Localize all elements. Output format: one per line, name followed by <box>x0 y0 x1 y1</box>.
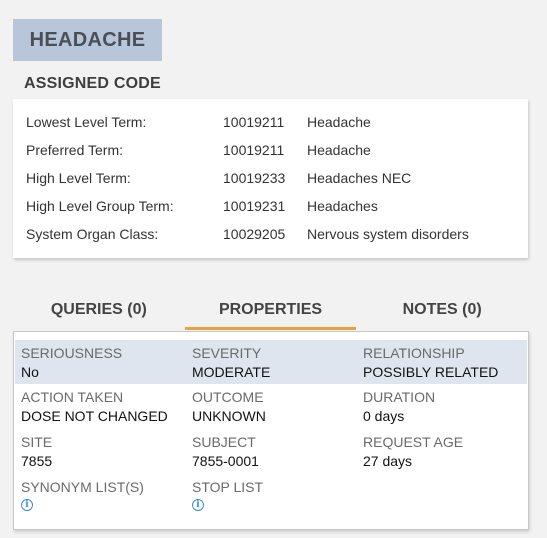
prop-value: 0 days <box>363 408 405 424</box>
code-row-hlgt: High Level Group Term: 10019231 Headache… <box>13 198 528 226</box>
code-row-code: 10019233 <box>223 170 286 186</box>
prop-stop-list: STOP LIST i <box>192 474 363 519</box>
code-row-llt: Lowest Level Term: 10019211 Headache <box>13 114 528 142</box>
prop-label: RELATIONSHIP <box>363 345 465 361</box>
prop-label: SYNONYM LIST(S) <box>21 479 144 495</box>
properties-row: ACTION TAKEN DOSE NOT CHANGED OUTCOME UN… <box>14 384 528 429</box>
prop-duration: DURATION 0 days <box>363 384 528 429</box>
prop-value: 27 days <box>363 453 413 469</box>
prop-severity: SEVERITY MODERATE <box>192 340 363 384</box>
prop-subject: SUBJECT 7855-0001 <box>192 429 363 474</box>
code-row-pt: Preferred Term: 10019211 Headache <box>13 142 528 170</box>
prop-label: SITE <box>21 434 53 450</box>
prop-label: SEVERITY <box>192 345 262 361</box>
properties-row: SYNONYM LIST(S) i STOP LIST i <box>14 474 528 519</box>
assigned-code-title: ASSIGNED CODE <box>24 75 161 92</box>
properties-panel: SERIOUSNESS No SEVERITY MODERATE RELATIO… <box>13 331 529 530</box>
code-row-label: High Level Group Term: <box>26 198 174 214</box>
code-row-label: Preferred Term: <box>26 142 123 158</box>
prop-value: 7855-0001 <box>192 453 259 469</box>
detail-tabs: QUERIES (0) PROPERTIES NOTES (0) <box>13 292 528 330</box>
prop-empty <box>363 474 528 519</box>
code-row-label: High Level Term: <box>26 170 131 186</box>
tab-queries[interactable]: QUERIES (0) <box>13 292 185 330</box>
prop-value: No <box>21 364 39 380</box>
prop-value: DOSE NOT CHANGED <box>21 408 168 424</box>
prop-request-age: REQUEST AGE 27 days <box>363 429 528 474</box>
code-row-name: Headache <box>307 142 371 158</box>
term-badge: HEADACHE <box>13 19 162 61</box>
prop-label: REQUEST AGE <box>363 434 464 450</box>
prop-outcome: OUTCOME UNKNOWN <box>192 384 363 429</box>
prop-value: UNKNOWN <box>192 408 266 424</box>
prop-action-taken: ACTION TAKEN DOSE NOT CHANGED <box>21 384 192 429</box>
code-row-name: Headaches NEC <box>307 170 412 186</box>
tab-properties[interactable]: PROPERTIES <box>184 292 357 330</box>
prop-label: SERIOUSNESS <box>21 345 123 361</box>
code-row-soc: System Organ Class: 10029205 Nervous sys… <box>13 226 528 254</box>
prop-site: SITE 7855 <box>21 429 192 474</box>
code-row-name: Nervous system disorders <box>307 226 469 242</box>
code-row-code: 10019211 <box>223 142 285 158</box>
prop-label: ACTION TAKEN <box>21 389 124 405</box>
prop-value: 7855 <box>21 453 53 469</box>
prop-seriousness: SERIOUSNESS No <box>21 340 192 384</box>
tab-notes[interactable]: NOTES (0) <box>356 292 528 330</box>
code-row-hlt: High Level Term: 10019233 Headaches NEC <box>13 170 528 198</box>
info-icon[interactable]: i <box>21 499 33 511</box>
properties-row: SITE 7855 SUBJECT 7855-0001 REQUEST AGE … <box>14 429 528 474</box>
assigned-code-card: Lowest Level Term: 10019211 Headache Pre… <box>13 99 528 258</box>
code-row-name: Headache <box>307 114 371 130</box>
prop-synonym-list: SYNONYM LIST(S) i <box>21 474 192 519</box>
prop-label: OUTCOME <box>192 389 264 405</box>
prop-value: POSSIBLY RELATED <box>363 364 499 380</box>
prop-label: SUBJECT <box>192 434 256 450</box>
code-row-name: Headaches <box>307 198 378 214</box>
prop-label: DURATION <box>363 389 436 405</box>
code-row-code: 10019231 <box>223 198 286 214</box>
code-row-code: 10019211 <box>223 114 285 130</box>
code-row-label: System Organ Class: <box>26 226 159 242</box>
prop-value: MODERATE <box>192 364 271 380</box>
prop-label: STOP LIST <box>192 479 264 495</box>
info-icon[interactable]: i <box>192 499 204 511</box>
code-row-label: Lowest Level Term: <box>26 114 147 130</box>
properties-row-highlighted: SERIOUSNESS No SEVERITY MODERATE RELATIO… <box>15 340 527 384</box>
code-row-code: 10029205 <box>223 226 286 242</box>
prop-relationship: RELATIONSHIP POSSIBLY RELATED <box>363 340 527 384</box>
